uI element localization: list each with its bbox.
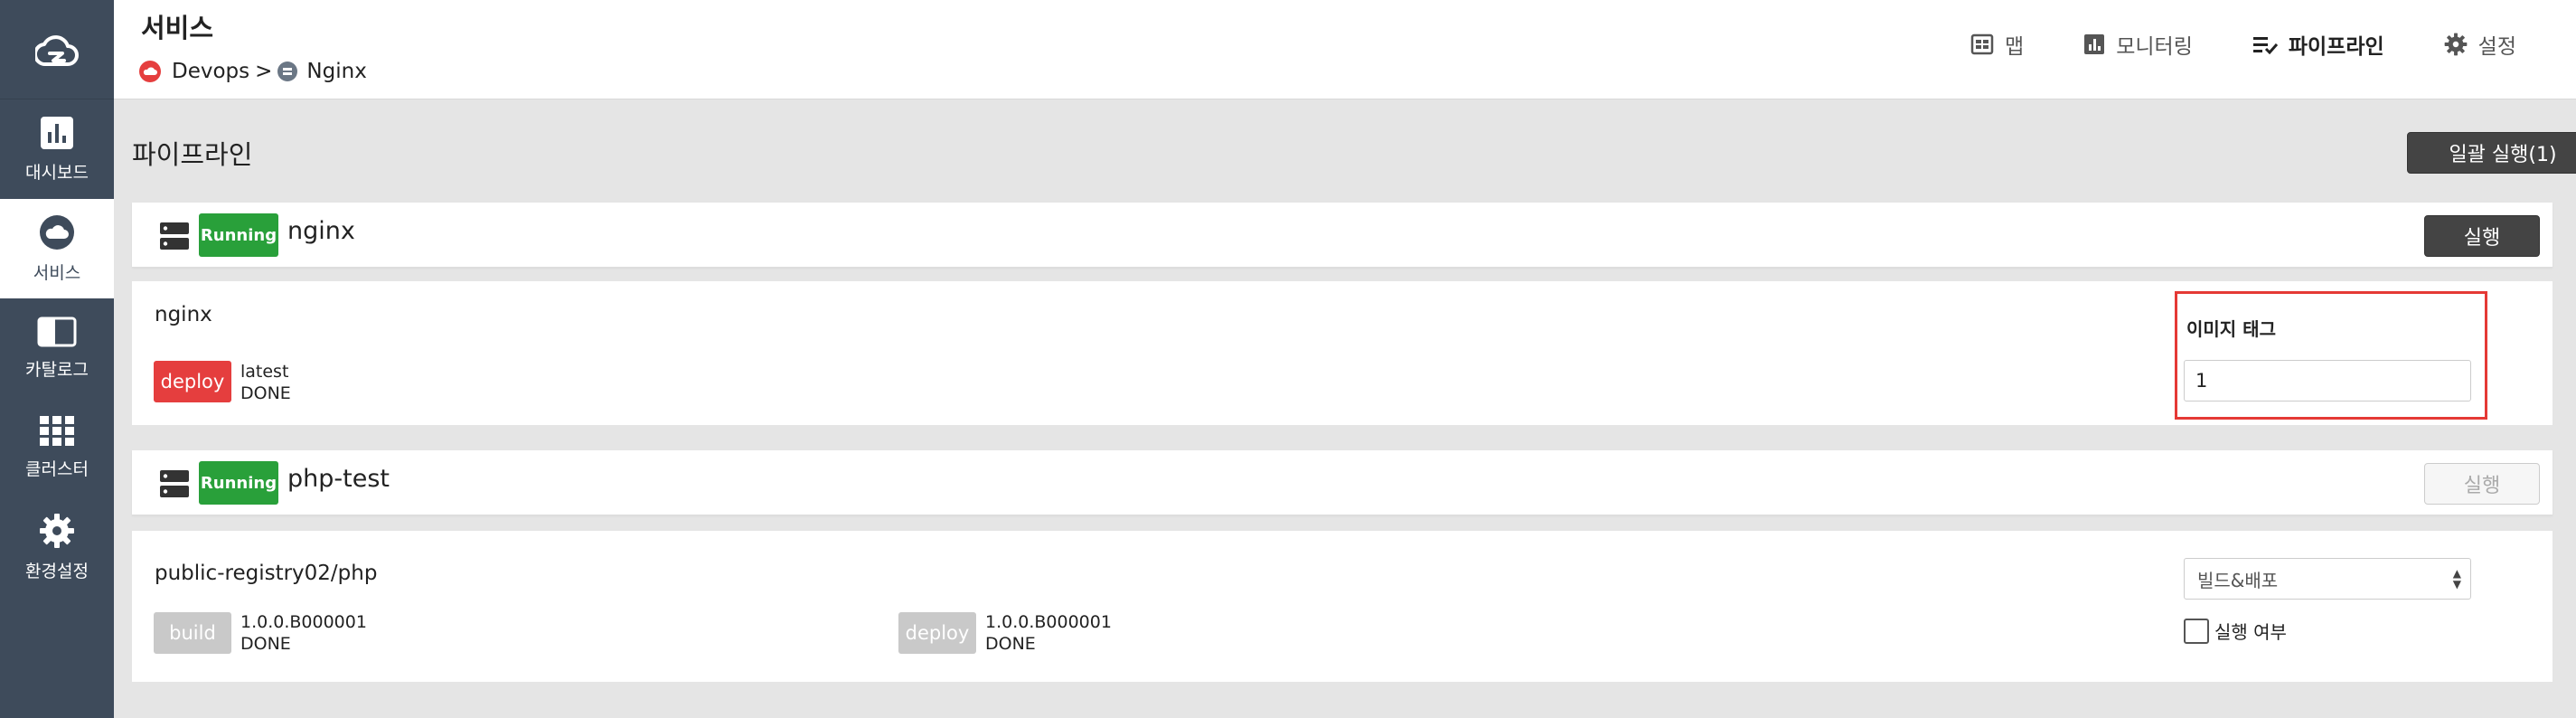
cloud-icon	[40, 214, 74, 250]
sidebar-item-cluster[interactable]: 클러스터	[0, 398, 114, 497]
breadcrumb: Devops > Nginx	[139, 60, 367, 83]
stage-tag: 1.0.0.B000001	[240, 612, 367, 632]
stage-badge-build[interactable]: build	[154, 612, 231, 654]
sidebar-item-service[interactable]: 서비스	[0, 199, 114, 298]
pipeline-name: php-test	[287, 465, 390, 493]
stage-badge-deploy[interactable]: deploy	[898, 612, 976, 654]
stage-info: 1.0.0.B000001 DONE	[240, 611, 367, 655]
stage-tag: 1.0.0.B000001	[985, 612, 1112, 632]
stage-tag: latest	[240, 362, 289, 382]
run-checkbox[interactable]	[2184, 618, 2209, 644]
section-title: 파이프라인	[132, 139, 253, 170]
bar-chart-icon	[41, 116, 73, 149]
app-logo[interactable]	[0, 0, 114, 99]
run-button[interactable]: 실행	[2424, 463, 2540, 505]
nav-label: 맵	[2005, 35, 2025, 59]
gear-icon	[40, 513, 74, 548]
pipeline-header-php-test: Running php-test 실행	[132, 450, 2552, 515]
sidebar-item-settings[interactable]: 환경설정	[0, 497, 114, 597]
server-icon	[160, 222, 189, 250]
sidebar-item-label: 환경설정	[25, 561, 89, 581]
stage-state: DONE	[240, 634, 291, 654]
run-checkbox-row: 실행 여부	[2184, 618, 2287, 644]
gear-icon	[2444, 33, 2468, 56]
sidebar-item-label: 대시보드	[25, 162, 89, 183]
stage-info: 1.0.0.B000001 DONE	[985, 611, 1112, 655]
status-badge: Running	[199, 213, 278, 257]
map-icon	[1970, 33, 1994, 55]
nav-monitoring[interactable]: 모니터링	[2083, 29, 2193, 60]
page-title: 서비스	[141, 13, 214, 43]
breadcrumb-current: Nginx	[306, 60, 367, 83]
build-deploy-select[interactable]: 빌드&배포 ▲ ▼	[2184, 558, 2471, 600]
checkbox-label: 실행 여부	[2214, 621, 2287, 643]
sidebar-item-label: 클러스터	[25, 458, 89, 479]
status-badge: Running	[199, 461, 278, 505]
repository-name: public-registry02/php	[155, 562, 378, 585]
nav-label: 설정	[2477, 35, 2516, 59]
pipeline-header-nginx: Running nginx 실행	[132, 203, 2552, 268]
cloud-icon	[139, 61, 161, 82]
book-icon	[37, 316, 77, 346]
breadcrumb-separator: >	[255, 60, 273, 83]
nav-pipeline[interactable]: 파이프라인	[2252, 29, 2384, 60]
highlight-box	[2175, 291, 2487, 420]
stage-info: latest DONE	[240, 361, 291, 404]
nav-label: 모니터링	[2116, 35, 2193, 59]
top-nav: 맵 모니터링 파이프라인 설정	[1970, 29, 2576, 60]
pipeline-icon	[2252, 37, 2278, 54]
select-value: 빌드&배포	[2197, 569, 2279, 591]
nav-map[interactable]: 맵	[1970, 29, 2024, 60]
nav-settings[interactable]: 설정	[2444, 29, 2516, 60]
server-icon	[160, 470, 189, 497]
sidebar-item-label: 서비스	[33, 262, 81, 283]
run-button[interactable]: 실행	[2424, 215, 2540, 257]
select-arrows-icon: ▲ ▼	[2452, 567, 2461, 590]
grid-icon	[40, 415, 74, 446]
sidebar-item-label: 카탈로그	[25, 359, 89, 380]
pipeline-body-php-test: public-registry02/php build 1.0.0.B00000…	[132, 531, 2552, 682]
stage-state: DONE	[985, 634, 1036, 654]
sidebar: 대시보드 서비스 카탈로그 클러스터 환경설정	[0, 0, 114, 718]
pipeline-name: nginx	[287, 217, 355, 245]
stage-state: DONE	[240, 383, 291, 403]
nav-label: 파이프라인	[2288, 35, 2384, 59]
monitoring-icon	[2084, 34, 2105, 54]
run-all-button[interactable]: 일괄 실행(1)	[2407, 132, 2576, 174]
repository-name: nginx	[155, 303, 212, 326]
stage-badge-deploy[interactable]: deploy	[154, 361, 231, 402]
service-icon	[277, 61, 298, 81]
breadcrumb-parent[interactable]: Devops	[172, 60, 249, 83]
cloud-logo-icon	[35, 34, 79, 66]
top-header: 서비스 Devops > Nginx 맵 모니터링 파이프라인 설정	[114, 0, 2576, 99]
sidebar-item-dashboard[interactable]: 대시보드	[0, 99, 114, 199]
sidebar-item-catalog[interactable]: 카탈로그	[0, 298, 114, 398]
